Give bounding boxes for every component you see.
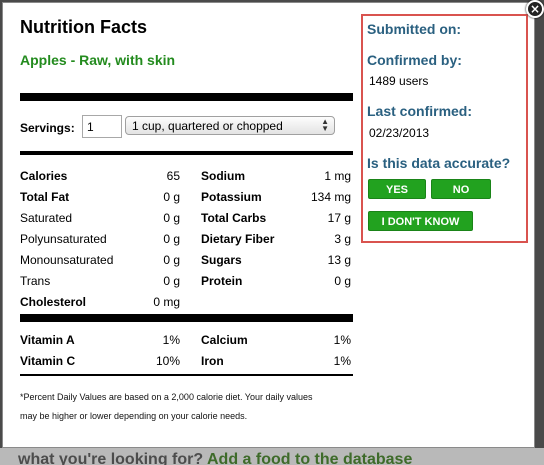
- nutrient-label: Saturated: [20, 211, 73, 225]
- close-icon[interactable]: ×: [526, 0, 544, 18]
- serving-unit-select[interactable]: 1 cup, quartered or chopped ▲ ▼: [125, 116, 335, 135]
- divider-thick: [20, 151, 353, 155]
- servings-input[interactable]: [82, 115, 122, 138]
- nutrient-label: Total Fat: [20, 190, 70, 204]
- dont-know-button[interactable]: I DON'T KNOW: [368, 211, 473, 231]
- vitamin-value: 1%: [333, 333, 351, 347]
- nutrient-label: Potassium: [201, 190, 262, 204]
- nutrient-value: 0 g: [163, 232, 180, 246]
- divider-thick: [20, 93, 353, 101]
- nutrient-value: 134 mg: [310, 190, 351, 204]
- vitamin-label: Vitamin A: [20, 333, 75, 347]
- nutrient-label: Trans: [20, 274, 51, 288]
- nutrient-value: 17 g: [327, 211, 351, 225]
- vitamin-value: 1%: [162, 333, 180, 347]
- background-page: what you're looking for? Add a food to t…: [0, 448, 544, 465]
- nutrient-value: 13 g: [327, 253, 351, 267]
- servings-label: Servings:: [20, 121, 75, 135]
- nutrient-label: Total Carbs: [201, 211, 267, 225]
- vitamin-value: 1%: [333, 354, 351, 368]
- divider-thick: [20, 314, 353, 322]
- nutrient-value: 65: [166, 169, 180, 183]
- food-name: Apples - Raw, with skin: [20, 52, 176, 68]
- nutrient-value: 0 g: [163, 211, 180, 225]
- nutrient-label: Dietary Fiber: [201, 232, 275, 246]
- nutrient-label: Protein: [201, 274, 243, 288]
- nutrition-modal: Nutrition Facts Apples - Raw, with skin …: [2, 2, 535, 448]
- data-verification-panel: Submitted on: Confirmed by: 1489 users L…: [361, 14, 528, 243]
- nutrient-label: Cholesterol: [20, 295, 87, 309]
- no-button[interactable]: NO: [431, 179, 491, 199]
- background-question: what you're looking for?: [18, 451, 204, 465]
- yes-button[interactable]: YES: [368, 179, 426, 199]
- nutrient-label: Polyunsaturated: [20, 232, 107, 246]
- nutrient-value: 1 mg: [324, 169, 351, 183]
- serving-unit-value: 1 cup, quartered or chopped: [132, 119, 283, 133]
- nutrient-value: 0 g: [163, 190, 180, 204]
- nutrient-value: 0 g: [163, 253, 180, 267]
- daily-values-footnote: *Percent Daily Values are based on a 2,0…: [20, 392, 313, 421]
- accuracy-question: Is this data accurate?: [367, 155, 511, 171]
- background-text: what you're looking for? Add a food to t…: [18, 451, 412, 465]
- select-arrows-icon: ▲ ▼: [321, 117, 329, 133]
- nutrient-label: Calories: [20, 169, 68, 183]
- add-food-link[interactable]: Add a food to the database: [207, 451, 412, 465]
- vitamin-label: Iron: [201, 354, 224, 368]
- last-confirmed-value: 02/23/2013: [369, 126, 430, 140]
- nutrition-facts-title: Nutrition Facts: [20, 17, 148, 37]
- nutrient-label: Sodium: [201, 169, 245, 183]
- nutrient-value: 3 g: [334, 232, 351, 246]
- nutrient-value: 0 mg: [153, 295, 180, 309]
- nutrient-label: Sugars: [201, 253, 242, 267]
- divider: [20, 374, 353, 376]
- last-confirmed-label: Last confirmed:: [367, 103, 473, 119]
- vitamin-value: 10%: [155, 354, 180, 368]
- confirmed-value: 1489 users: [369, 74, 429, 88]
- nutrient-label: Monounsaturated: [20, 253, 114, 267]
- vitamin-label: Vitamin C: [20, 354, 76, 368]
- nutrient-value: 0 g: [163, 274, 180, 288]
- submitted-label: Submitted on:: [367, 21, 462, 37]
- confirmed-label: Confirmed by:: [367, 52, 462, 68]
- vitamin-label: Calcium: [201, 333, 248, 347]
- nutrient-value: 0 g: [334, 274, 351, 288]
